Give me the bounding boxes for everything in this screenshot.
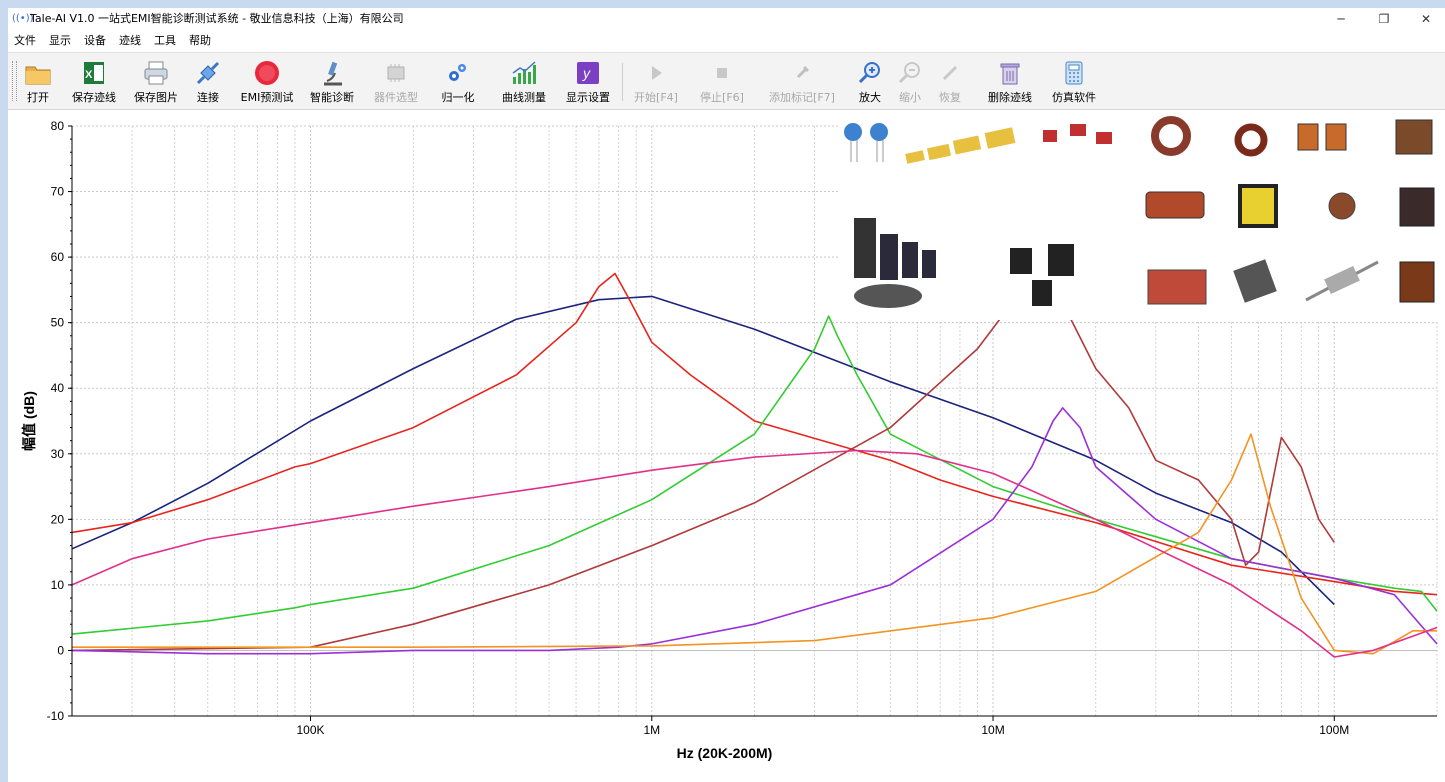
normalize-button[interactable]: 归一化 [436,53,480,109]
smart-diagnose-button[interactable]: 智能诊断 [304,53,360,109]
menu-help[interactable]: 帮助 [189,34,211,48]
printer-icon [144,61,168,85]
svg-text:y: y [582,65,591,81]
start-button[interactable]: 开始[F4] [626,53,686,109]
app-logo-icon: ((•)) [12,13,34,24]
restore-button[interactable]: 恢复 [934,53,966,109]
stop-button[interactable]: 停止[F6] [692,53,752,109]
save-image-button[interactable]: 保存图片 [126,53,186,109]
y-tick-label: 30 [51,447,65,461]
close-button[interactable]: ✕ [1410,10,1442,28]
gears-icon [449,64,466,81]
menu-device[interactable]: 设备 [84,34,106,48]
save-trace-button[interactable]: X 保存迹线 [64,53,124,109]
y-tick-label: 0 [57,643,64,657]
bar-chart-icon [512,61,536,84]
add-marker-button[interactable]: 添加标记[F7] [762,53,842,109]
toolbar-grip[interactable] [12,61,17,101]
delete-trace-button[interactable]: 删除迹线 [980,53,1040,109]
connect-button[interactable]: 连接 [190,53,226,109]
rod-inductor-icon [1145,191,1205,219]
toolbar-separator [622,63,623,101]
menu-file[interactable]: 文件 [14,34,36,48]
menu-tools[interactable]: 工具 [154,34,176,48]
maximize-button[interactable]: ❐ [1368,10,1400,28]
trash-icon [1000,63,1020,85]
window-title: Tale-AI V1.0 一站式EMI智能诊断测试系统 - 敬业信息科技（上海）… [30,12,404,25]
y-tick-label: 60 [51,250,65,264]
microscope-icon [324,61,342,86]
chart-area[interactable]: -10 0 10 20 30 40 50 60 70 80 100K 1M 10M 100M Hz (20K… [8,110,1445,782]
connector-icon [196,61,220,85]
zoom-in-icon [858,62,880,84]
transformer-icon [1238,184,1278,228]
zoom-in-button[interactable]: 放大 [854,53,886,109]
curve-measure-button[interactable]: 曲线测量 [494,53,554,109]
folder-icon [25,66,51,85]
x-tick-label: 1M [643,723,660,737]
zoom-out-button[interactable]: 缩小 [894,53,926,109]
stop-icon [717,68,727,78]
title-bar: ((•)) Tale-AI V1.0 一站式EMI智能诊断测试系统 - 敬业信息… [8,8,1445,30]
restore-icon [942,65,958,81]
toolbar: 打开 X 保存迹线 保存图片 连接 EMI预测试 智能诊断 器件选型 归一化 曲… [8,52,1445,110]
svg-text:X: X [85,69,93,81]
y-axis-title: 幅值 (dB) [21,391,37,451]
record-icon [255,61,279,85]
y-tick-label: 70 [51,185,65,199]
menu-bar: 文件 显示 设备 迹线 工具 帮助 [8,32,1445,50]
display-settings-button[interactable]: y 显示设置 [558,53,618,109]
y-tick-label: 40 [51,381,65,395]
calculator-icon [1065,61,1083,85]
open-button[interactable]: 打开 [20,53,56,109]
y-tick-label: 10 [51,578,65,592]
y-tick-label: 20 [51,512,65,526]
minimize-button[interactable]: ─ [1325,10,1357,28]
chip-icon [387,64,405,82]
pin-icon [796,65,810,79]
emi-pretest-button[interactable]: EMI预测试 [236,53,298,109]
zoom-out-icon [898,62,920,84]
menu-view[interactable]: 显示 [49,34,71,48]
x-tick-label: 100M [1319,723,1349,737]
component-images-panel [840,110,1445,320]
menu-trace[interactable]: 迹线 [119,34,141,48]
y-tick-label: 50 [51,316,65,330]
simulation-button[interactable]: 仿真软件 [1044,53,1104,109]
y-tick-label: -10 [47,709,65,723]
y-tick-label: 80 [51,119,65,133]
x-tick-label: 100K [297,723,325,737]
y-axis-icon: y [577,62,599,84]
play-icon [652,66,662,80]
excel-icon: X [84,62,104,84]
component-select-button[interactable]: 器件选型 [368,53,424,109]
x-tick-label: 10M [981,723,1004,737]
app-window: ((•)) Tale-AI V1.0 一站式EMI智能诊断测试系统 - 敬业信息… [8,8,1445,782]
x-axis-title: Hz (20K-200M) [677,745,773,761]
emi-spectrum-chart[interactable]: -10 0 10 20 30 40 50 60 70 80 100K 1M 10M 100M Hz (20K… [8,110,1445,782]
